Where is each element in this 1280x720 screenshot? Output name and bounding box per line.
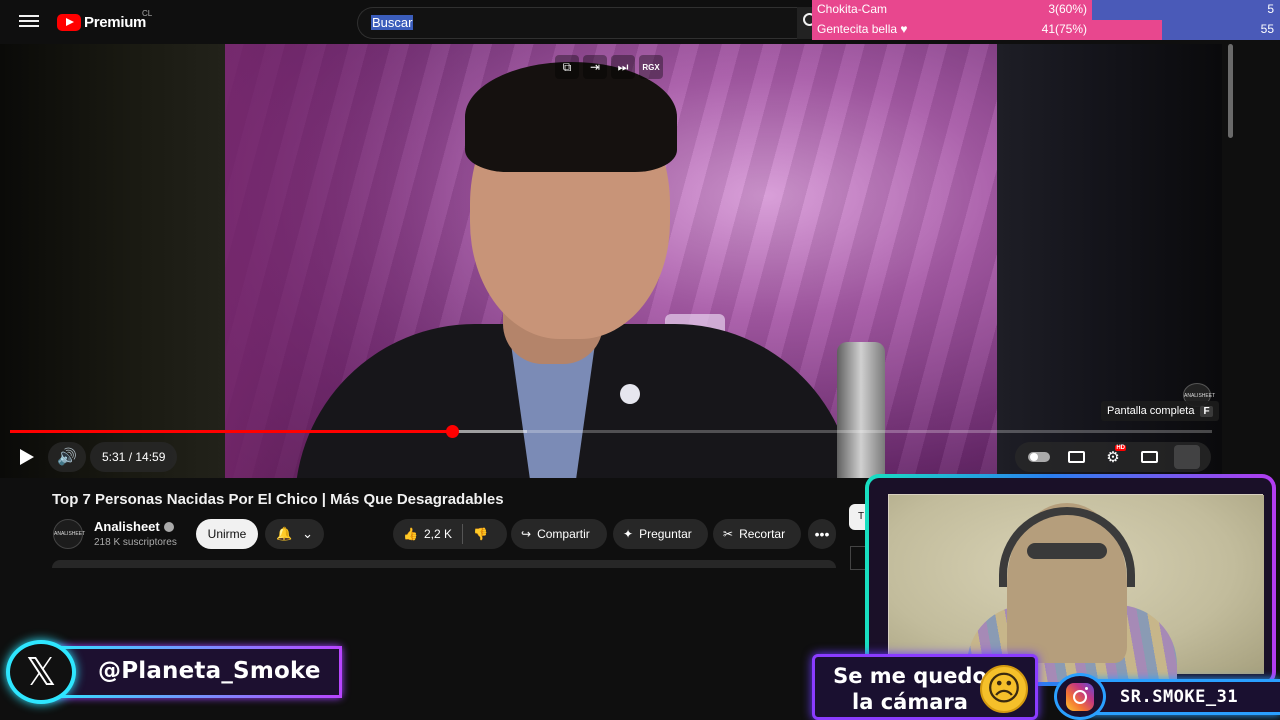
exit-icon[interactable]: ⇥ [583, 55, 607, 79]
search-input[interactable]: Buscar [357, 7, 797, 39]
player-right-controls: ⚙ HD [1015, 442, 1211, 472]
toggle-icon [1028, 452, 1051, 462]
hd-badge: HD [1115, 445, 1126, 451]
caption-text: Se me quedo la cámara [833, 664, 987, 714]
bell-icon: 🔔 [275, 526, 293, 541]
clip-button[interactable]: ✂ Recortar [713, 519, 801, 549]
share-label: Compartir [537, 527, 590, 541]
theater-button[interactable] [1135, 444, 1165, 470]
play-button[interactable] [17, 447, 37, 467]
x-logo-icon: 𝕏 [25, 650, 57, 694]
subtitles-button[interactable] [1061, 444, 1091, 470]
next-icon[interactable]: ⏭ [611, 55, 635, 79]
progress-played [10, 430, 453, 433]
search-text: Buscar [371, 15, 414, 30]
pip-icon[interactable]: ⧉ [555, 55, 579, 79]
poll-option-count: 5 [1267, 2, 1274, 16]
webcam-video [888, 494, 1264, 682]
fullscreen-icon [1173, 445, 1200, 469]
instagram-handle: SR.SMOKE_31 [1120, 687, 1239, 707]
twitter-banner: @Planeta_Smoke 𝕏 [6, 640, 342, 704]
ask-button[interactable]: ✦ Preguntar [613, 519, 708, 549]
poll-overlay: Chokita-Cam 3(60%) 5 Gentecita bella ♥ 4… [812, 0, 1280, 40]
instagram-banner: SR.SMOKE_31 [1054, 673, 1280, 720]
subtitles-icon [1067, 451, 1085, 463]
video-pin [620, 384, 640, 404]
poll-option-percent: 41(75%) [1041, 22, 1087, 36]
chevron-down-icon: ⌄ [302, 526, 314, 541]
menu-icon[interactable] [19, 12, 39, 32]
page-scrollbar[interactable] [1228, 44, 1233, 138]
instagram-badge [1054, 673, 1106, 720]
theater-icon [1141, 451, 1159, 463]
poll-option-count: 55 [1260, 22, 1274, 36]
poll-option-name: Gentecita bella ♥ [817, 22, 908, 36]
like-dislike-group: 👍 2,2 K 👎 [393, 519, 507, 549]
subscriber-count: 218 K suscriptores [94, 537, 177, 548]
verified-icon [163, 521, 174, 532]
channel-name[interactable]: Analisheet [94, 519, 174, 534]
instagram-icon [1066, 682, 1094, 711]
poll-row: Chokita-Cam 3(60%) 5 [812, 0, 1280, 20]
video-title: Top 7 Personas Nacidas Por El Chico | Má… [52, 491, 504, 508]
youtube-logo[interactable]: Premium CL [57, 9, 152, 32]
share-icon: ↪ [521, 527, 532, 541]
ask-label: Preguntar [639, 527, 692, 541]
webcam-glasses [1027, 543, 1107, 559]
like-count[interactable]: 2,2 K [424, 527, 452, 541]
notifications-button[interactable]: 🔔 ⌄ [265, 519, 324, 549]
more-icon: ••• [814, 526, 830, 542]
share-button[interactable]: ↪ Compartir [511, 519, 607, 549]
sad-face-icon: ☹ [980, 665, 1028, 713]
sparkle-icon: ✦ [623, 527, 634, 541]
poll-option-name: Chokita-Cam [817, 2, 888, 16]
like-icon[interactable]: 👍 [403, 527, 418, 541]
youtube-play-icon [57, 13, 81, 31]
autoplay-toggle[interactable] [1024, 444, 1054, 470]
caption-box: Se me quedo la cámara ☹ [812, 654, 1038, 720]
scissors-icon: ✂ [723, 527, 734, 541]
logo-country: CL [142, 9, 153, 18]
rgx-icon[interactable]: RGX [639, 55, 663, 79]
fullscreen-tooltip: Pantalla completa F [1101, 401, 1219, 421]
channel-name-text: Analisheet [94, 519, 160, 534]
settings-button[interactable]: ⚙ HD [1098, 444, 1128, 470]
player-top-icons: ⧉ ⇥ ⏭ RGX [555, 55, 670, 79]
join-button[interactable]: Unirme [196, 519, 258, 549]
x-logo-badge: 𝕏 [6, 640, 76, 704]
twitter-handle: @Planeta_Smoke [98, 658, 321, 684]
poll-option-percent: 3(60%) [1048, 2, 1087, 16]
ambient-left [0, 44, 225, 478]
volume-icon[interactable]: 🔊 [48, 442, 86, 472]
video-frame[interactable] [225, 44, 997, 478]
video-player[interactable]: ⧉ ⇥ ⏭ RGX ANALISHEET Pantalla completa F… [0, 44, 1222, 478]
fullscreen-button[interactable] [1172, 444, 1202, 470]
dislike-icon[interactable]: 👎 [473, 527, 488, 541]
more-actions-button[interactable]: ••• [808, 519, 836, 549]
divider [461, 524, 463, 544]
poll-row: Gentecita bella ♥ 41(75%) 55 [812, 20, 1280, 40]
time-display: 5:31 / 14:59 [90, 442, 178, 472]
description-box[interactable] [52, 560, 836, 568]
fullscreen-tooltip-text: Pantalla completa [1107, 405, 1195, 417]
webcam-inner [869, 478, 1272, 682]
clip-label: Recortar [739, 527, 786, 541]
poll-bar-right [1092, 0, 1280, 20]
video-shaker [837, 342, 885, 478]
logo-text: Premium [84, 13, 147, 31]
channel-avatar[interactable]: ANALISHEET [53, 519, 85, 549]
fullscreen-shortcut-key: F [1200, 405, 1213, 417]
